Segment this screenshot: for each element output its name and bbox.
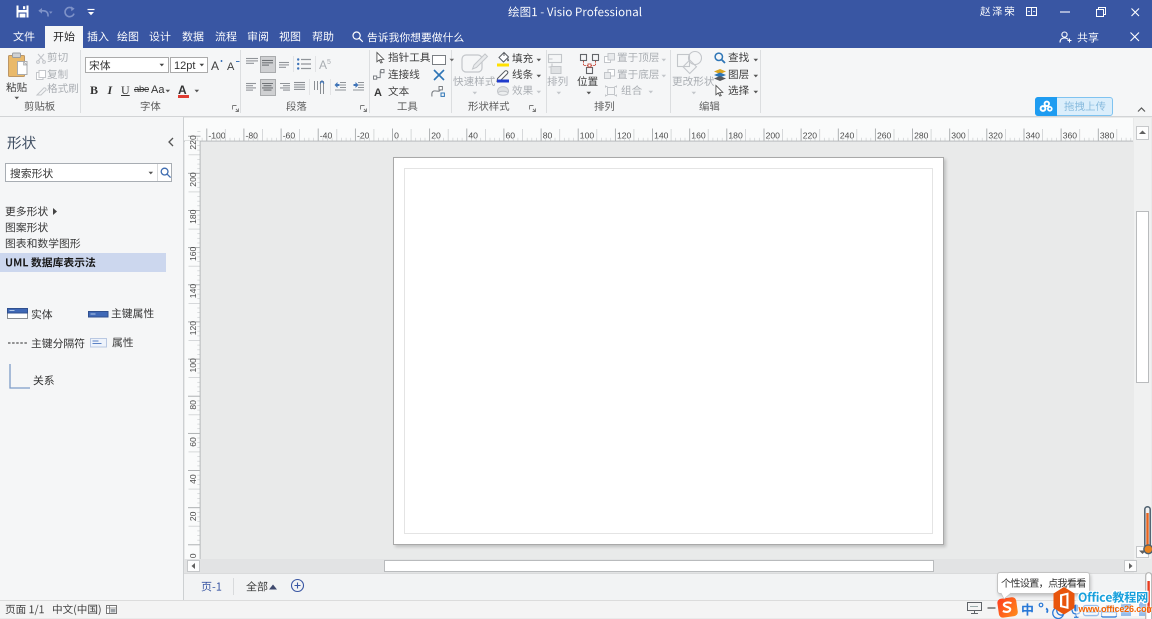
svg-text:40: 40 [187, 474, 197, 484]
svg-text:80: 80 [187, 400, 197, 410]
svg-text:-40: -40 [320, 130, 333, 140]
svg-text:80: 80 [543, 130, 553, 140]
svg-text:220: 220 [187, 135, 197, 150]
svg-text:A: A [374, 87, 382, 99]
svg-text:A: A [227, 61, 235, 73]
svg-text:-80: -80 [246, 130, 259, 140]
svg-text:120: 120 [187, 321, 197, 336]
svg-text:20: 20 [187, 511, 197, 521]
svg-text:0: 0 [187, 553, 197, 558]
svg-text:A: A [319, 58, 327, 72]
svg-text:200: 200 [187, 172, 197, 187]
svg-text:20: 20 [431, 130, 441, 140]
svg-text:180: 180 [187, 209, 197, 224]
svg-text:-100: -100 [208, 130, 225, 140]
svg-text:-60: -60 [283, 130, 296, 140]
svg-text:40: 40 [468, 130, 478, 140]
svg-text:A: A [211, 59, 219, 73]
svg-text:5: 5 [327, 59, 331, 66]
svg-text:60: 60 [187, 437, 197, 447]
svg-text:-20: -20 [357, 130, 370, 140]
svg-text:140: 140 [187, 284, 197, 299]
svg-text:60: 60 [506, 130, 516, 140]
svg-text:0: 0 [394, 130, 399, 140]
svg-text:100: 100 [187, 358, 197, 373]
svg-text:160: 160 [187, 246, 197, 261]
